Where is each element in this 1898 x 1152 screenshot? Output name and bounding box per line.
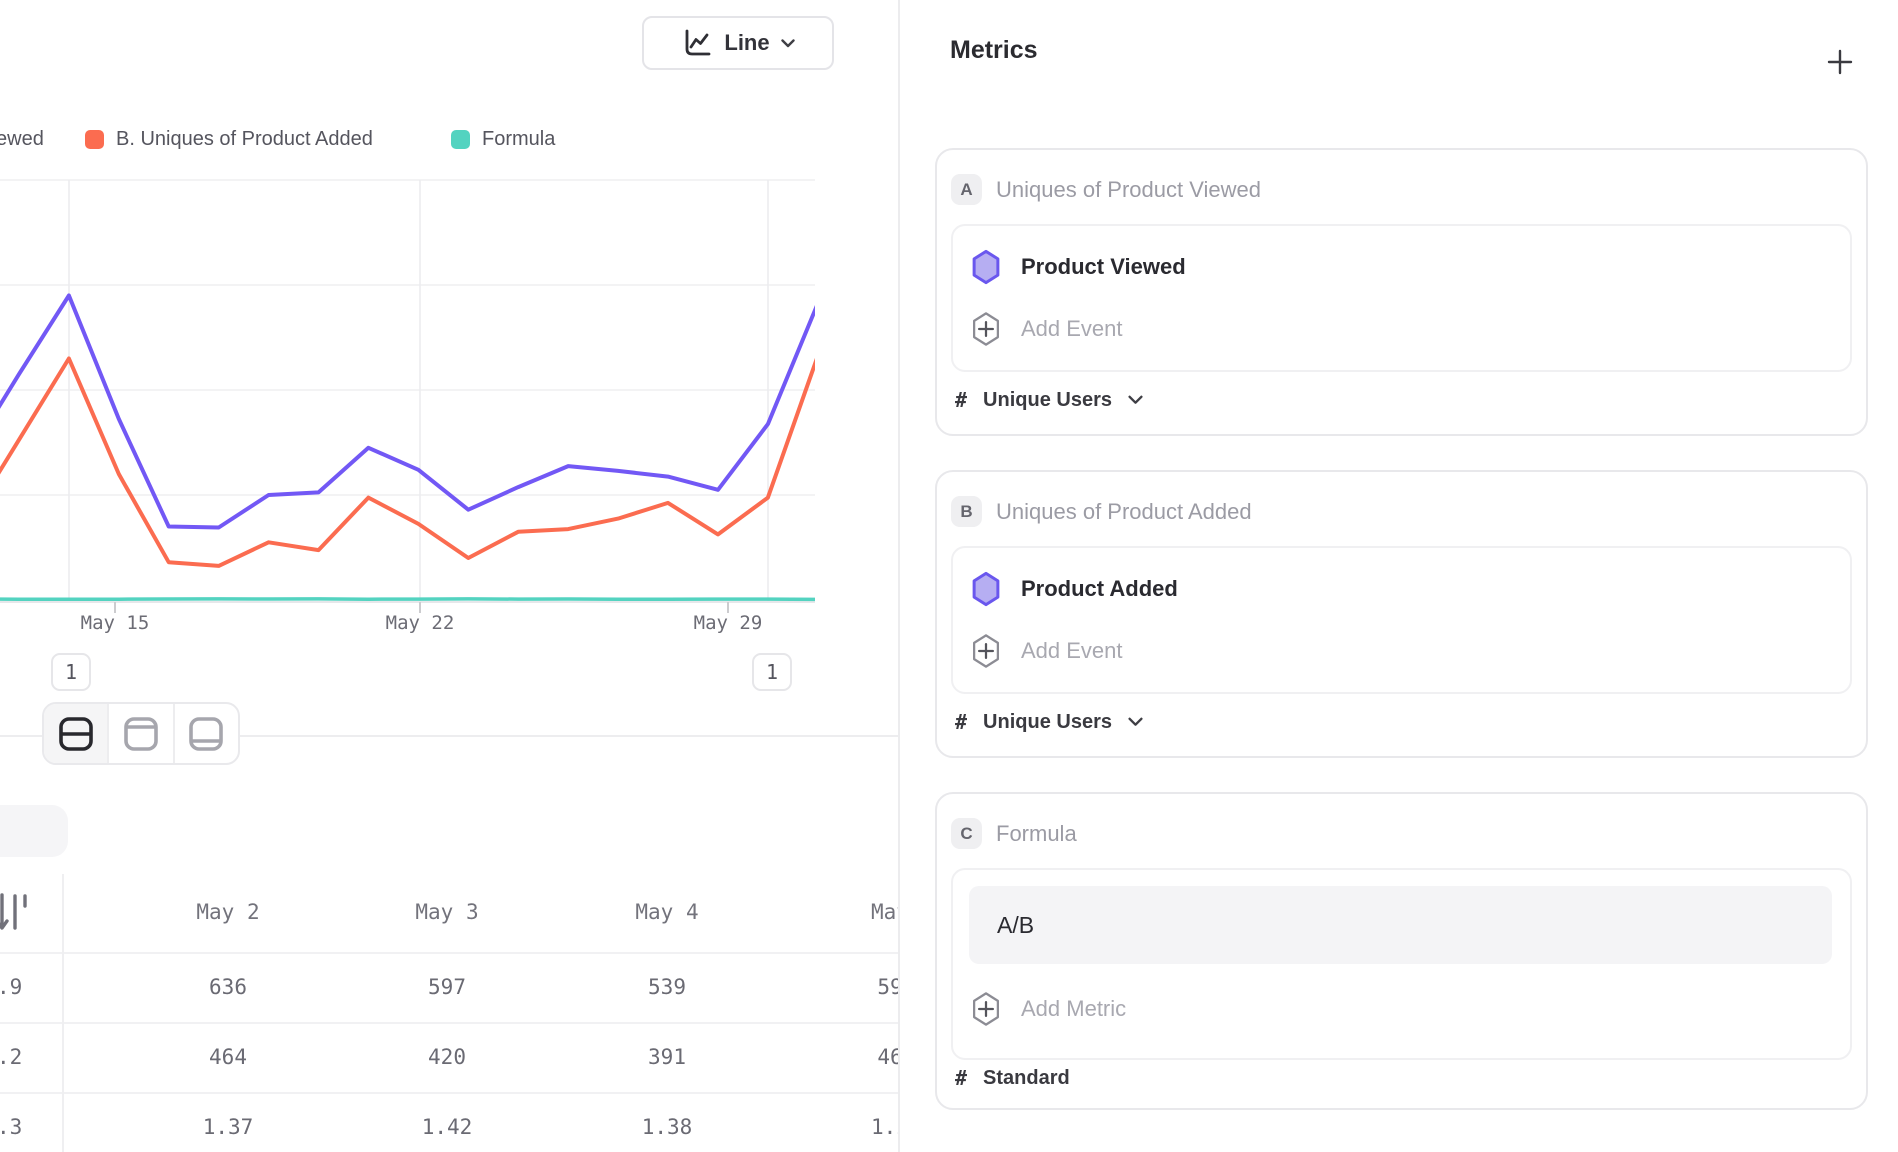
chevron-down-icon (1128, 395, 1143, 405)
measure-label: Unique Users (983, 711, 1112, 734)
table-row-divider (0, 1092, 898, 1094)
add-event-label: Add Event (1021, 316, 1123, 342)
metric-card-a[interactable]: A Uniques of Product Viewed Product View… (935, 148, 1868, 436)
table-column-header[interactable]: May 2 (196, 900, 259, 924)
measure-dropdown[interactable]: # Unique Users (955, 388, 1143, 412)
range-handle-badge-right[interactable]: 1 (752, 653, 792, 691)
table-cell: 597 (428, 975, 466, 999)
add-metric-row[interactable]: Add Metric (953, 978, 1850, 1040)
frozen-cell-fragment: .3 (0, 1115, 22, 1139)
metric-card-title: Uniques of Product Added (996, 499, 1252, 525)
table-row-divider (0, 1022, 898, 1024)
add-metric-label: Add Metric (1021, 996, 1126, 1022)
table-column-header[interactable]: May 4 (635, 900, 698, 924)
event-row-product-viewed[interactable]: Product Viewed (953, 236, 1850, 298)
table-cell: 391 (648, 1045, 686, 1069)
layout-toggle-group (42, 702, 240, 765)
metric-card-title: Formula (996, 821, 1077, 847)
product-viewed-series[interactable] (0, 296, 815, 528)
sort-icon[interactable] (0, 890, 30, 936)
x-axis-label: May 29 (694, 612, 763, 634)
formula-box: A/B Add Metric (951, 868, 1852, 1060)
event-name: Product Viewed (1021, 254, 1186, 280)
chevron-down-icon (1128, 717, 1143, 727)
hash-icon: # (955, 710, 967, 734)
layout-toggle-panel-bottom[interactable] (173, 704, 238, 763)
frozen-cell-fragment: .9 (0, 975, 22, 999)
metrics-panel: Metrics A Uniques of Product Viewed Prod… (898, 0, 1898, 1152)
x-axis-label: May 22 (386, 612, 455, 634)
table-cell: 1.38 (642, 1115, 693, 1139)
chart-gridlines (0, 180, 815, 602)
split-horizontal-icon (57, 715, 95, 753)
metric-badge-c: C (951, 818, 982, 849)
formula-line-series[interactable] (0, 599, 815, 600)
metric-card-b[interactable]: B Uniques of Product Added Product Added… (935, 470, 1868, 758)
add-event-hexagon-icon (971, 633, 1001, 669)
frozen-column-divider (62, 874, 64, 1152)
table-cell: 464 (209, 1045, 247, 1069)
line-chart[interactable] (0, 0, 815, 615)
table-cell: 420 (428, 1045, 466, 1069)
formula-input[interactable]: A/B (969, 886, 1832, 964)
chart-pane: Line ewed B. Uniques of Product Added Fo… (0, 0, 898, 1152)
table-row-divider (0, 952, 898, 954)
layout-toggle-split-horizontal[interactable] (44, 704, 107, 763)
metric-badge-b: B (951, 496, 982, 527)
table-cell: 1.37 (203, 1115, 254, 1139)
event-hexagon-icon (971, 571, 1001, 607)
hash-icon: # (955, 1066, 967, 1090)
metrics-panel-title: Metrics (950, 36, 1038, 65)
table-cell: 1.42 (422, 1115, 473, 1139)
add-metric-hexagon-icon (971, 991, 1001, 1027)
table-cell: 636 (209, 975, 247, 999)
hash-icon: # (955, 388, 967, 412)
table-column-header[interactable]: May 3 (415, 900, 478, 924)
measure-type[interactable]: # Standard (955, 1066, 1070, 1090)
metric-card-c[interactable]: C Formula A/B Add Metric # Standard (935, 792, 1868, 1110)
layout-toggle-panel-top[interactable] (107, 704, 172, 763)
add-metric-button[interactable] (1822, 44, 1858, 80)
measure-label: Standard (983, 1067, 1070, 1090)
product-added-series[interactable] (0, 356, 815, 566)
measure-dropdown[interactable]: # Unique Users (955, 710, 1143, 734)
table-cell: 539 (648, 975, 686, 999)
event-row-product-added[interactable]: Product Added (953, 558, 1850, 620)
metric-badge-a: A (951, 174, 982, 205)
x-axis-label: May 15 (81, 612, 150, 634)
event-hexagon-icon (971, 249, 1001, 285)
measure-label: Unique Users (983, 389, 1112, 412)
table-tab-pill[interactable] (0, 805, 68, 857)
add-event-label: Add Event (1021, 638, 1123, 664)
add-event-row[interactable]: Add Event (953, 620, 1850, 682)
event-box: Product Added Add Event (951, 546, 1852, 694)
add-event-hexagon-icon (971, 311, 1001, 347)
panel-top-icon (122, 715, 160, 753)
event-box: Product Viewed Add Event (951, 224, 1852, 372)
metric-card-title: Uniques of Product Viewed (996, 177, 1261, 203)
frozen-cell-fragment: .2 (0, 1045, 22, 1069)
panel-bottom-icon (187, 715, 225, 753)
range-handle-badge-left[interactable]: 1 (51, 653, 91, 691)
add-event-row[interactable]: Add Event (953, 298, 1850, 360)
plus-icon (1826, 48, 1854, 76)
event-name: Product Added (1021, 576, 1178, 602)
